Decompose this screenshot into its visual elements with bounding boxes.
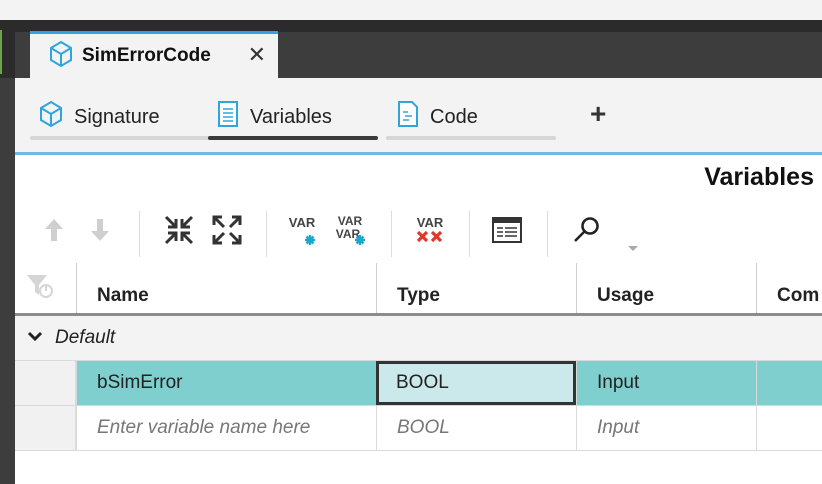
column-header-comment[interactable]: Com (756, 263, 822, 313)
group-row-default[interactable]: Default (15, 316, 822, 361)
window-top-strip (0, 0, 822, 20)
document-tab-title: SimErrorCode (82, 45, 211, 66)
new-variable-comment[interactable] (756, 406, 822, 450)
column-header-name[interactable]: Name (76, 263, 376, 313)
row-handle[interactable] (15, 406, 76, 450)
column-header-usage[interactable]: Usage (576, 263, 756, 313)
code-icon (396, 100, 420, 134)
function-block-icon (48, 40, 74, 73)
table-header: Name Type Usage Com (15, 263, 822, 316)
delete-variable-icon[interactable]: VAR (413, 213, 447, 247)
new-variable-name-input[interactable]: Enter variable name here (76, 406, 376, 450)
add-variable-icon[interactable]: VAR (285, 213, 319, 247)
filter-icon[interactable] (25, 271, 55, 306)
document-tab-simerrorcode[interactable]: SimErrorCode ✕ (30, 31, 278, 78)
panel-title: Variables (704, 163, 814, 191)
variables-toolbar: VAR VAR VAR VAR (15, 205, 822, 261)
copy-variable-icon[interactable]: VAR VAR (333, 213, 367, 247)
group-label: Default (55, 327, 116, 348)
add-tab-button[interactable]: + (590, 100, 606, 128)
signature-icon (38, 100, 64, 134)
cell-name[interactable]: bSimError (76, 361, 376, 405)
table-row[interactable]: bSimError BOOL Input (15, 361, 822, 406)
var-label: VAR (417, 215, 444, 230)
search-dropdown-caret[interactable] (628, 246, 638, 251)
search-icon[interactable] (570, 213, 604, 247)
collapse-icon[interactable] (162, 213, 196, 247)
arrow-up-icon[interactable] (37, 213, 71, 247)
tab-label: Variables (250, 105, 332, 128)
tab-label: Code (430, 105, 478, 128)
subtab-bar: Signature Variables Code + (15, 78, 822, 152)
close-icon[interactable]: ✕ (248, 44, 266, 66)
new-variable-usage[interactable]: Input (576, 406, 756, 450)
left-edge (0, 78, 15, 484)
chevron-down-icon[interactable] (27, 329, 43, 347)
new-variable-type[interactable]: BOOL (376, 406, 576, 450)
tab-signature[interactable]: Signature (30, 94, 215, 140)
variables-panel: Variables VAR VAR VAR VAR Name Type Usag… (15, 155, 822, 484)
var-label: VAR (338, 214, 363, 228)
cell-comment[interactable] (756, 361, 822, 405)
new-variable-row[interactable]: Enter variable name here BOOL Input (15, 406, 822, 451)
tab-label: Signature (74, 105, 160, 128)
tab-code[interactable]: Code (386, 94, 556, 140)
variables-icon (216, 100, 240, 134)
arrow-down-icon[interactable] (83, 213, 117, 247)
cell-type[interactable]: BOOL (376, 361, 576, 405)
variables-table: Name Type Usage Com Default bSimError BO… (15, 263, 822, 451)
edge-marker (0, 30, 2, 74)
column-header-type[interactable]: Type (376, 263, 576, 313)
tab-variables[interactable]: Variables (208, 94, 378, 140)
expand-icon[interactable] (210, 213, 244, 247)
row-handle[interactable] (15, 361, 76, 405)
var-label: VAR (289, 215, 316, 230)
cell-usage[interactable]: Input (576, 361, 756, 405)
declaration-view-icon[interactable] (490, 213, 524, 247)
